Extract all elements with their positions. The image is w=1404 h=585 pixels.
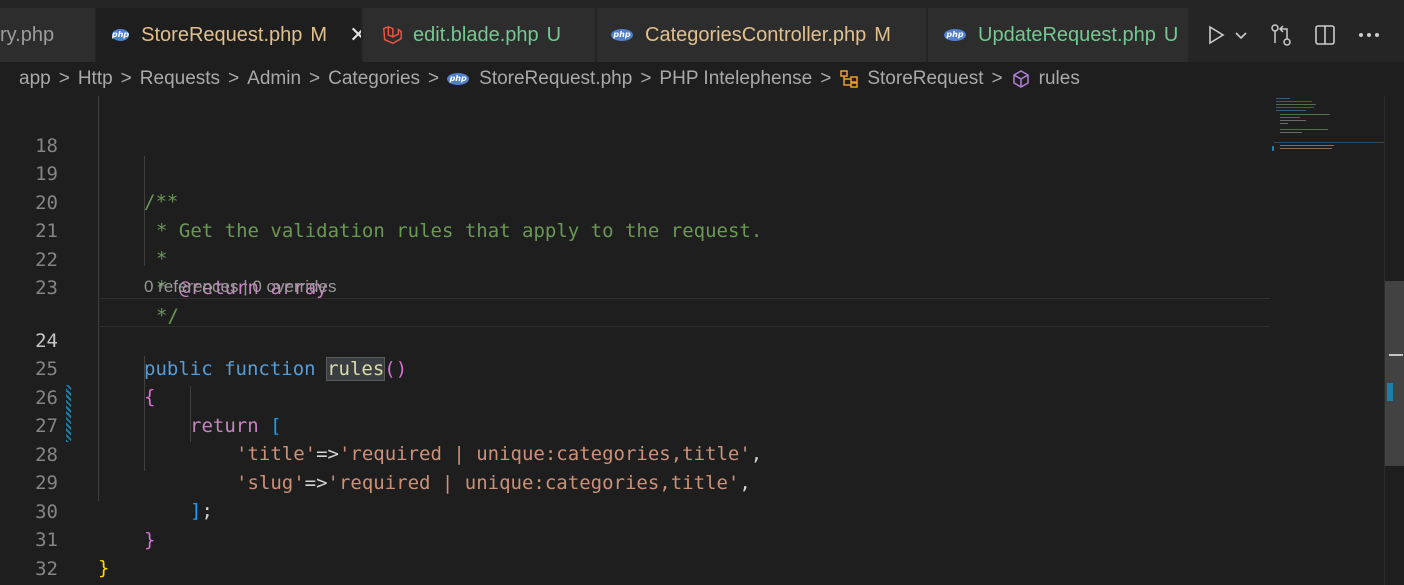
breadcrumb-separator: > [228,68,240,89]
scrollbar-cursor-marker [1389,354,1403,356]
minimap-line [1280,117,1300,118]
breadcrumb-separator: > [309,68,321,89]
codelens-overrides[interactable]: 0 overrides [252,277,336,296]
breadcrumb-separator: > [991,68,1003,89]
editor-actions [1188,8,1404,62]
minimap-git-marker [1272,146,1274,151]
code-line: 31 } [0,498,1270,579]
breadcrumb-separator: > [640,68,652,89]
code-line: 32 [0,527,1270,580]
breadcrumb-item-method[interactable]: rules [1011,68,1080,90]
minimap-line [1280,120,1306,121]
tab-edit-blade[interactable]: edit.blade.php U [363,8,596,62]
breadcrumb-item-file[interactable]: php StoreRequest.php [447,68,632,90]
code-editor[interactable]: 18 19 /** 20 * Get the validation rules … [0,96,1270,585]
minimap-line [1276,110,1306,111]
breadcrumb-class-label: StoreRequest [867,68,984,89]
minimap-viewport-line [1274,142,1384,143]
codelens-divider: | [238,277,253,296]
line-number: 32 [35,558,58,580]
breadcrumb-item-namespace[interactable]: PHP Intelephense [659,68,812,90]
code-line: 21 * [0,189,1270,270]
breadcrumb-separator: > [820,68,832,89]
breadcrumb: app > Http > Requests > Admin > Categori… [0,62,1404,96]
minimap-line [1276,101,1312,102]
php-file-icon: php [944,29,966,41]
breadcrumb-item-http[interactable]: Http [78,68,113,90]
minimap-line [1276,107,1314,108]
tab-store-request[interactable]: php StoreRequest.php M ✕ [96,8,362,62]
php-file-icon: php [447,73,470,85]
php-file-icon: php [112,29,130,41]
code-line: 29 ]; [0,441,1270,522]
brace: } [98,557,110,579]
minimap-line [1276,104,1316,105]
scrollbar-thumb[interactable] [1385,281,1404,466]
breadcrumb-file-label: StoreRequest.php [479,68,633,89]
minimap-line [1280,114,1330,115]
code-line: 28 'slug'=>'required | unique:categories… [0,413,1270,494]
line-number: 23 [35,277,58,299]
git-status-badge: U [1163,23,1179,46]
code-line: 23 */ [0,246,1270,327]
tab-categories-controller[interactable]: php CategoriesController.php M [597,8,927,62]
code-line: 20 * Get the validation rules that apply… [0,161,1270,242]
minimap-line [1280,123,1288,124]
php-file-icon: php [611,29,633,41]
minimap-line [1280,148,1332,149]
code-line: 24 public function rules() [0,299,1270,381]
git-status-badge: U [546,23,562,46]
minimap[interactable] [1270,96,1384,585]
code-line: 27 'title'=>'required | unique:categorie… [0,384,1270,465]
breadcrumb-item-categories[interactable]: Categories [328,68,420,90]
code-line: 30 } [0,470,1270,551]
minimap-line [1280,132,1302,133]
breadcrumb-separator: > [428,68,440,89]
symbol-class-icon [840,70,859,88]
tab-label: StoreRequest.php [141,23,303,46]
breadcrumb-item-admin[interactable]: Admin [247,68,301,90]
breadcrumb-separator: > [120,68,132,89]
codelens-references[interactable]: 0 references [144,277,239,296]
vertical-scrollbar[interactable] [1384,96,1404,585]
code-line: 19 /** [0,132,1270,213]
code-line: 22 * @return array [0,218,1270,299]
tab-label: edit.blade.php [413,23,539,46]
breadcrumb-separator: > [58,68,70,89]
code-line: 18 [0,104,1270,157]
symbol-method-icon [1012,70,1029,88]
minimap-line [1276,98,1290,99]
code-line: 26 return [ [0,356,1270,437]
minimap-line [1280,145,1334,146]
editor-tab-bar: ry.php php StoreRequest.php M ✕ edit.bla… [0,0,1404,62]
git-status-badge: M [874,23,891,46]
tab-update-request[interactable]: php UpdateRequest.php U [928,8,1210,62]
run-icon[interactable] [1206,24,1226,46]
compare-changes-icon[interactable] [1270,23,1292,47]
breadcrumb-item-class[interactable]: StoreRequest [839,68,984,90]
minimap-line [1280,129,1328,130]
close-icon[interactable]: ✕ [349,22,361,48]
more-actions-icon[interactable] [1358,32,1380,38]
tab-label: CategoriesController.php [645,23,867,46]
tab-label: ry.php [0,23,55,46]
chevron-down-icon[interactable] [1234,30,1248,40]
tab-label: UpdateRequest.php [978,23,1156,46]
tab-partial-php[interactable]: ry.php [0,8,96,62]
breadcrumb-method-label: rules [1038,68,1080,89]
scrollbar-git-marker [1387,383,1393,401]
breadcrumb-item-app[interactable]: app [19,68,51,90]
code-line: 25 { [0,327,1270,408]
breadcrumb-item-requests[interactable]: Requests [140,68,220,90]
split-editor-icon[interactable] [1314,24,1336,46]
git-status-badge: M [310,23,328,46]
codelens: 0 references | 0 overrides [144,276,336,298]
laravel-blade-icon [382,25,402,45]
